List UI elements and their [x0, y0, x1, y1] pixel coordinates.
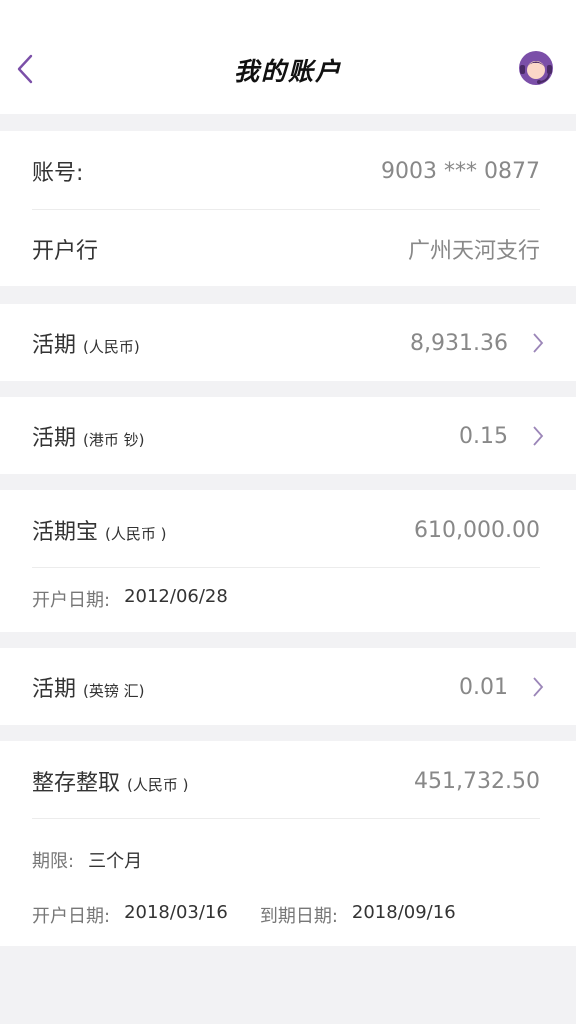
account-number-row: 账号: 9003 *** 0877: [32, 151, 540, 191]
amount-group: 0.15: [459, 423, 544, 449]
divider: [32, 567, 540, 568]
term-value: 三个月: [88, 851, 143, 872]
account-item-row: 整存整取 (人民币 ) 451,732.50: [32, 761, 540, 801]
account-name: 活期: [32, 677, 77, 702]
account-amount: 0.15: [459, 423, 508, 449]
account-item-row: 活期 (英镑 汇) 0.01: [32, 667, 544, 707]
amount-group: 0.01: [459, 674, 544, 700]
account-item-huoqibao: 活期宝 (人民币 ) 610,000.00 开户日期: 2012/06/28: [0, 490, 576, 632]
account-amount: 0.01: [459, 674, 508, 700]
due-date-group: 到期日期: 2018/09/16: [260, 902, 456, 928]
account-item-hkd-current[interactable]: 活期 (港币 钞) 0.15: [0, 397, 576, 474]
branch-label: 开户行: [32, 239, 99, 264]
account-name-group: 活期 (英镑 汇): [32, 671, 145, 703]
due-date-value: 2018/09/16: [351, 902, 456, 923]
dates-row: 开户日期: 2018/03/16 到期日期: 2018/09/16: [32, 902, 488, 928]
page-title: 我的账户: [233, 57, 342, 86]
account-currency: (人民币): [83, 338, 140, 356]
chevron-right-icon: [508, 674, 544, 700]
account-number-value: 9003 *** 0877: [381, 158, 540, 184]
account-currency: (港币 钞): [83, 431, 145, 449]
divider: [32, 818, 540, 819]
open-date-value: 2018/03/16: [124, 902, 228, 923]
account-name-group: 整存整取 (人民币 ): [32, 765, 189, 797]
due-date-label: 到期日期:: [259, 906, 338, 927]
open-date-label: 开户日期:: [32, 906, 111, 927]
account-amount: 8,931.36: [410, 330, 508, 356]
account-currency: (人民币 ): [105, 525, 167, 543]
open-date-label: 开户日期:: [32, 590, 111, 611]
account-name: 活期宝: [32, 520, 99, 545]
open-date-row: 开户日期: 2012/06/28: [32, 586, 228, 612]
amount-group: 8,931.36: [410, 330, 544, 356]
account-name: 活期: [32, 333, 77, 358]
account-item-cny-current[interactable]: 活期 (人民币) 8,931.36: [0, 304, 576, 381]
account-item-gbp-current[interactable]: 活期 (英镑 汇) 0.01: [0, 648, 576, 725]
chevron-right-icon: [508, 423, 544, 449]
divider: [32, 209, 540, 210]
term-row: 期限: 三个月: [32, 847, 142, 873]
account-number-label: 账号:: [32, 161, 84, 186]
branch-row: 开户行 广州天河支行: [32, 229, 540, 269]
account-amount: 610,000.00: [414, 517, 540, 543]
account-currency: (英镑 汇): [83, 682, 145, 700]
account-info-card: 账号: 9003 *** 0877 开户行 广州天河支行: [0, 131, 576, 286]
open-date-group: 开户日期: 2018/03/16: [32, 902, 228, 928]
term-label: 期限:: [32, 851, 75, 872]
customer-service-button[interactable]: [516, 48, 556, 88]
account-item-fixed-deposit: 整存整取 (人民币 ) 451,732.50 期限: 三个月 开户日期: 201…: [0, 741, 576, 946]
branch-value: 广州天河支行: [407, 239, 540, 264]
customer-service-icon: [519, 51, 553, 85]
account-item-row: 活期宝 (人民币 ) 610,000.00: [32, 510, 540, 550]
account-name-group: 活期 (人民币): [32, 327, 140, 359]
account-item-row: 活期 (人民币) 8,931.36: [32, 323, 544, 363]
account-name-group: 活期 (港币 钞): [32, 420, 145, 452]
account-item-row: 活期 (港币 钞) 0.15: [32, 416, 544, 456]
chevron-right-icon: [508, 330, 544, 356]
account-name: 活期: [32, 426, 77, 451]
account-name-group: 活期宝 (人民币 ): [32, 514, 167, 546]
nav-bar: 我的账户: [0, 0, 576, 114]
account-amount: 451,732.50: [414, 768, 540, 794]
account-currency: (人民币 ): [127, 776, 189, 794]
open-date-value: 2012/06/28: [124, 586, 228, 607]
account-name: 整存整取: [32, 771, 121, 796]
